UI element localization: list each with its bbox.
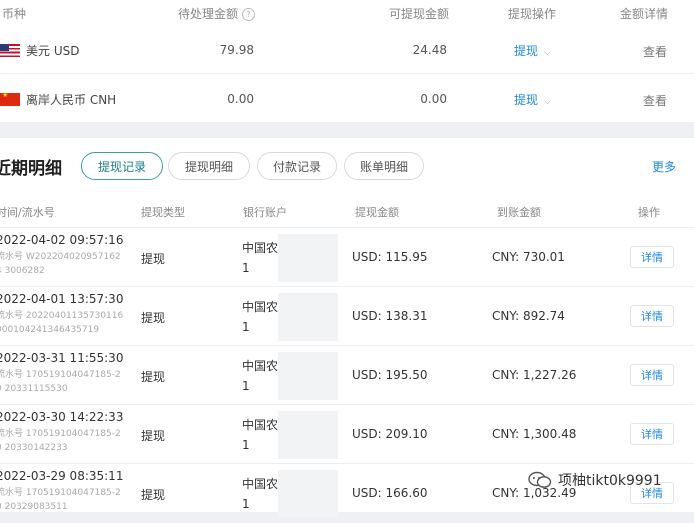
- col-bank: 银行账户: [243, 206, 287, 219]
- row-serial: 流水号 170519104047185-20 20331115530: [0, 370, 121, 394]
- tab-withdraw-records[interactable]: 提现记录: [81, 152, 163, 180]
- row-date: 2022-04-02 09:57:16: [0, 233, 124, 247]
- row-amount: USD: 115.95: [352, 250, 428, 264]
- col-pending: 待处理金额?: [178, 5, 256, 22]
- col-time: 时间/流水号: [0, 206, 55, 219]
- row-bank: 中国农 1: [242, 300, 279, 334]
- redacted-area: [278, 352, 338, 400]
- currency-label: 美元 USD: [26, 44, 80, 58]
- details-button[interactable]: 详情: [630, 305, 674, 327]
- watermark: 项柚tikt0k9991: [528, 470, 662, 490]
- pending-amount: 79.98: [219, 43, 254, 57]
- row-amount: USD: 209.10: [352, 427, 428, 441]
- col-op: 操作: [638, 206, 660, 219]
- row-type: 提现: [141, 370, 166, 384]
- row-received: CNY: 1,227.26: [492, 368, 577, 382]
- withdrawable-amount: 0.00: [420, 92, 447, 106]
- row-date: 2022-03-29 08:35:11: [0, 469, 124, 483]
- details-button[interactable]: 详情: [630, 364, 674, 386]
- withdraw-button-cnh[interactable]: 提现 ⌵: [514, 91, 551, 108]
- tab-bill-details[interactable]: 账单明细: [344, 152, 424, 180]
- details-button[interactable]: 详情: [630, 246, 674, 268]
- divider: [0, 73, 694, 74]
- row-bank: 中国农 1: [242, 418, 279, 452]
- currency-usd: 美元 USD: [0, 42, 79, 59]
- view-details-usd[interactable]: 查看: [643, 43, 667, 60]
- details-button[interactable]: 详情: [630, 423, 674, 445]
- table-row: 2022-03-31 11:55:30 流水号 170519104047185-…: [0, 345, 694, 405]
- row-bank: 中国农 1: [242, 241, 279, 275]
- section-title: 近期明细: [0, 159, 62, 179]
- tab-withdraw-details[interactable]: 提现明细: [168, 152, 250, 180]
- row-bank: 中国农 1: [242, 477, 279, 511]
- col-amount: 提现金额: [355, 206, 399, 219]
- col-withdrawable: 可提现金额: [389, 7, 450, 21]
- recent-details-card: 近期明细 提现记录 提现明细 付款记录 账单明细 更多 时间/流水号 提现类型 …: [0, 138, 694, 518]
- row-type: 提现: [141, 429, 166, 443]
- chevron-down-icon: ⌵: [544, 48, 551, 58]
- watermark-text: 项柚tikt0k9991: [558, 473, 662, 489]
- col-details: 金额详情: [620, 7, 669, 21]
- row-type: 提现: [141, 488, 166, 502]
- row-received: CNY: 730.01: [492, 250, 565, 264]
- us-flag-icon: [0, 44, 20, 57]
- wechat-icon: [528, 471, 552, 488]
- row-amount: USD: 138.31: [352, 309, 428, 323]
- currency-cnh: 离岸人民币 CNH: [0, 91, 116, 108]
- row-amount: USD: 166.60: [352, 486, 428, 500]
- row-serial: 流水号 170519104047185-20 20330142233: [0, 429, 121, 453]
- table-row: 2022-04-02 09:57:16 流水号 W202204020957162…: [0, 227, 694, 287]
- balance-card: 币种 待处理金额? 可提现金额 提现操作 金额详情 美元 USD 79.98 2…: [0, 0, 694, 122]
- withdraw-button-usd[interactable]: 提现 ⌵: [514, 42, 551, 59]
- cn-flag-icon: [0, 93, 20, 106]
- help-icon[interactable]: ?: [242, 8, 256, 21]
- row-date: 2022-04-01 13:57:30: [0, 292, 124, 306]
- redacted-area: [278, 411, 338, 459]
- withdrawable-amount: 24.48: [412, 43, 447, 57]
- col-action: 提现操作: [508, 7, 557, 21]
- col-currency: 币种: [2, 7, 27, 21]
- view-details-cnh[interactable]: 查看: [643, 92, 667, 109]
- row-serial: 流水号 170519104047185-20 20329083511: [0, 488, 121, 512]
- row-serial: 流水号 W2022040209571624 3006282: [0, 252, 121, 276]
- redacted-area: [278, 470, 338, 518]
- table-row: 2022-04-01 13:57:30 流水号 2022040113573011…: [0, 286, 694, 346]
- col-type: 提现类型: [141, 206, 185, 219]
- row-type: 提现: [141, 311, 166, 325]
- table-row: 2022-03-30 14:22:33 流水号 170519104047185-…: [0, 404, 694, 464]
- col-pending-label: 待处理金额: [178, 7, 239, 21]
- withdraw-label: 提现: [514, 93, 539, 107]
- row-type: 提现: [141, 252, 166, 266]
- row-amount: USD: 195.50: [352, 368, 428, 382]
- row-date: 2022-03-30 14:22:33: [0, 410, 124, 424]
- col-received: 到账金额: [497, 206, 541, 219]
- redacted-area: [278, 293, 338, 341]
- row-bank: 中国农 1: [242, 359, 279, 393]
- tab-payment-records[interactable]: 付款记录: [257, 152, 337, 180]
- redacted-area: [278, 234, 338, 282]
- row-received: CNY: 1,300.48: [492, 427, 577, 441]
- chevron-down-icon: ⌵: [544, 97, 551, 107]
- row-date: 2022-03-31 11:55:30: [0, 351, 124, 365]
- pending-amount: 0.00: [227, 92, 254, 106]
- row-received: CNY: 892.74: [492, 309, 565, 323]
- currency-label: 离岸人民币 CNH: [26, 93, 117, 107]
- row-serial: 流水号 20220401135730116 000104241346435719: [0, 311, 124, 335]
- withdraw-label: 提现: [514, 44, 539, 58]
- more-link[interactable]: 更多: [652, 158, 676, 175]
